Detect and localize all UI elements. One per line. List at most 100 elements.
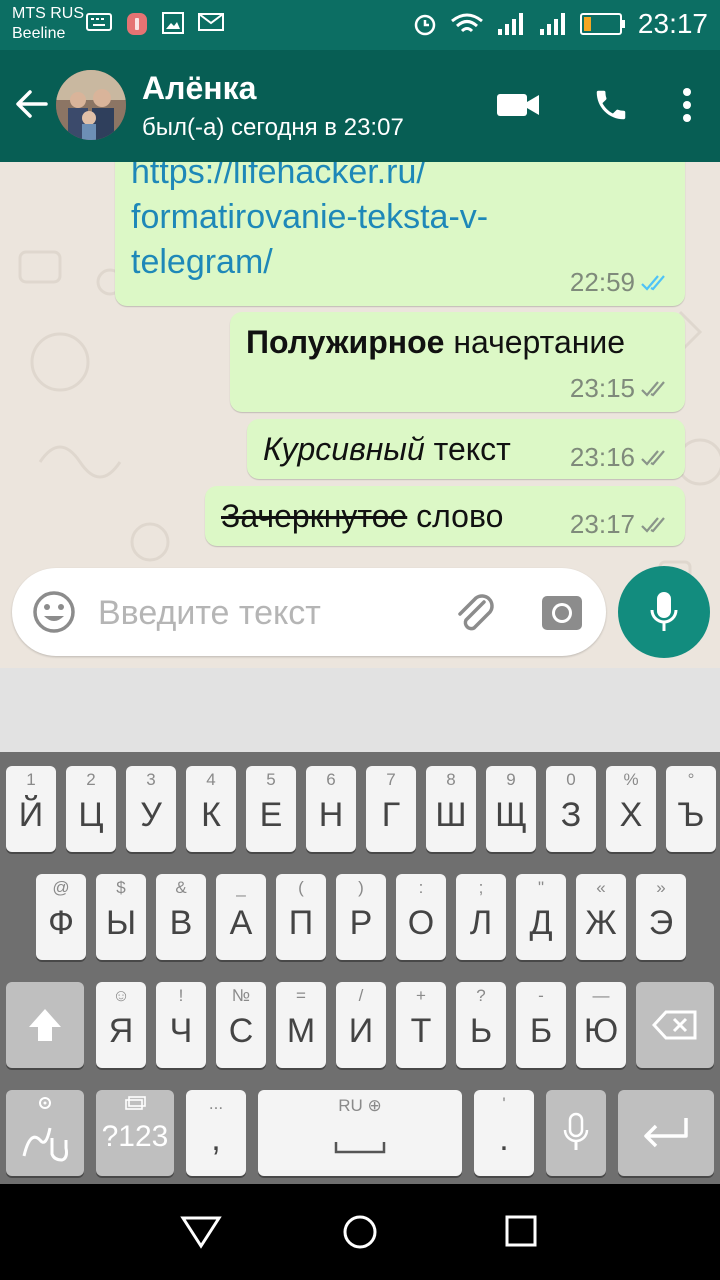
message-bubble-italic[interactable]: Курсивный текст 23:16 xyxy=(247,419,685,479)
mail-icon xyxy=(198,13,224,31)
key-1[interactable]: ☺ Я xyxy=(96,982,146,1068)
keyboard-suggestion-strip xyxy=(0,668,720,752)
contact-name[interactable]: Алёнка xyxy=(142,70,256,107)
signal-icon-2 xyxy=(539,13,565,35)
key-label: У xyxy=(140,796,162,834)
backspace-icon xyxy=(652,1010,697,1040)
message-input-box[interactable]: Введите текст xyxy=(12,568,606,656)
key-11[interactable]: » Э xyxy=(636,874,686,960)
camera-icon[interactable] xyxy=(540,590,584,634)
back-arrow-icon[interactable] xyxy=(14,86,50,122)
key-label: С xyxy=(228,1012,254,1050)
home-nav-icon[interactable] xyxy=(342,1214,378,1250)
space-key[interactable]: RU ⊕ xyxy=(258,1090,462,1176)
phone-icon[interactable] xyxy=(592,86,630,124)
key-2[interactable]: 2Ц xyxy=(66,766,116,852)
message-bubble-link[interactable]: https://lifehacker.ru/ formatirovanie-te… xyxy=(115,162,685,306)
key-label: А xyxy=(229,904,253,942)
key-hint: ☺ xyxy=(112,986,130,1005)
key-4[interactable]: = М xyxy=(276,982,326,1068)
video-call-icon[interactable] xyxy=(496,91,540,119)
key-3[interactable]: & В xyxy=(156,874,206,960)
key-7[interactable]: ? Ь xyxy=(456,982,506,1068)
avatar[interactable] xyxy=(56,70,126,140)
key-hint: 8 xyxy=(446,770,456,789)
contact-status: был(-а) сегодня в 23:07 xyxy=(142,114,404,141)
enter-key[interactable] xyxy=(618,1090,714,1176)
key-11[interactable]: % Х xyxy=(606,766,656,852)
key-label: Ч xyxy=(169,1012,193,1050)
key-9[interactable]: " Д xyxy=(516,874,566,960)
backspace-key[interactable] xyxy=(636,982,714,1068)
voice-record-button[interactable] xyxy=(618,566,710,658)
message-input-placeholder[interactable]: Введите текст xyxy=(98,594,321,633)
voice-input-key[interactable] xyxy=(546,1090,606,1176)
read-check-icon xyxy=(641,274,665,291)
message-time: 23:15 xyxy=(570,373,671,404)
app-notification-icon xyxy=(127,13,147,35)
key-hint: 1 xyxy=(26,770,36,789)
keyboard-icon xyxy=(86,13,112,31)
key-hint: ( xyxy=(298,878,304,897)
key-5[interactable]: (П xyxy=(276,874,326,960)
key-label: П xyxy=(288,904,314,942)
message-bubble-bold[interactable]: Полужирное начертание 23:15 xyxy=(230,312,685,412)
signal-icon xyxy=(497,13,523,35)
key-6[interactable]: + Т xyxy=(396,982,446,1068)
comma-key[interactable]: ... , xyxy=(186,1090,246,1176)
keyboard: 1 Й 2 Ц 3 У 4 К 5 Е 6 Н 7 Г 8 Ш 9 Щ 0 З% Х ° Ъ @ Ф $ Ы & В _ А(П) Р: О;… xyxy=(0,752,720,1184)
key-7[interactable]: 7Г xyxy=(366,766,416,852)
carrier-2: Beeline xyxy=(12,25,66,42)
key-6[interactable]: ) Р xyxy=(336,874,386,960)
gesture-hand-icon xyxy=(22,1127,68,1162)
handwriting-settings-key[interactable] xyxy=(6,1090,84,1176)
key-9[interactable]: 9Щ xyxy=(486,766,536,852)
key-8[interactable]: ; Л xyxy=(456,874,506,960)
key-8[interactable]: -Б xyxy=(516,982,566,1068)
key-hint: 2 xyxy=(86,770,96,789)
key-label: Ю xyxy=(583,1012,619,1050)
key-hint: ! xyxy=(178,986,184,1005)
back-nav-icon[interactable] xyxy=(180,1214,222,1250)
key-9[interactable]: — Ю xyxy=(576,982,626,1068)
key-label: М xyxy=(286,1012,316,1050)
key-2[interactable]: ! Ч xyxy=(156,982,206,1068)
period-key[interactable]: ' . xyxy=(474,1090,534,1176)
message-link-line[interactable]: formatirovanie-teksta-v- xyxy=(131,195,488,240)
key-label: Б xyxy=(529,1012,553,1050)
globe-icon: ⊕ xyxy=(367,1096,382,1115)
key-7[interactable]: :О xyxy=(396,874,446,960)
attach-icon[interactable] xyxy=(450,588,498,636)
key-4[interactable]: _ А xyxy=(216,874,266,960)
symbols-key[interactable]: ?123 xyxy=(96,1090,174,1176)
period-key-hint: ' xyxy=(502,1094,506,1113)
battery-icon xyxy=(579,13,625,35)
key-1[interactable]: 1Й xyxy=(6,766,56,852)
key-5[interactable]: 5Е xyxy=(246,766,296,852)
status-bar: MTS RUS Beeline 23:17 xyxy=(0,0,720,50)
message-link-line[interactable]: https://lifehacker.ru/ xyxy=(131,162,488,195)
shift-key[interactable] xyxy=(6,982,84,1068)
emoji-icon[interactable] xyxy=(32,590,76,634)
key-4[interactable]: 4К xyxy=(186,766,236,852)
key-label: Ъ xyxy=(677,796,705,834)
key-2[interactable]: $ Ы xyxy=(96,874,146,960)
key-10[interactable]: 0З xyxy=(546,766,596,852)
message-link-line[interactable]: telegram/ xyxy=(131,240,488,285)
message-bubble-strike[interactable]: Зачеркнутое слово 23:17 xyxy=(205,486,685,546)
key-1[interactable]: @ Ф xyxy=(36,874,86,960)
key-8[interactable]: 8Ш xyxy=(426,766,476,852)
key-3[interactable]: № С xyxy=(216,982,266,1068)
comma-key-label: , xyxy=(211,1120,221,1158)
key-6[interactable]: 6Н xyxy=(306,766,356,852)
key-12[interactable]: ° Ъ xyxy=(666,766,716,852)
key-label: Ф xyxy=(48,904,74,942)
key-label: Е xyxy=(259,796,283,834)
more-options-icon[interactable] xyxy=(682,87,692,123)
recents-nav-icon[interactable] xyxy=(504,1214,538,1248)
key-5[interactable]: / И xyxy=(336,982,386,1068)
key-3[interactable]: 3У xyxy=(126,766,176,852)
key-10[interactable]: «Ж xyxy=(576,874,626,960)
key-hint: : xyxy=(418,878,424,897)
delivered-check-icon xyxy=(641,516,665,533)
